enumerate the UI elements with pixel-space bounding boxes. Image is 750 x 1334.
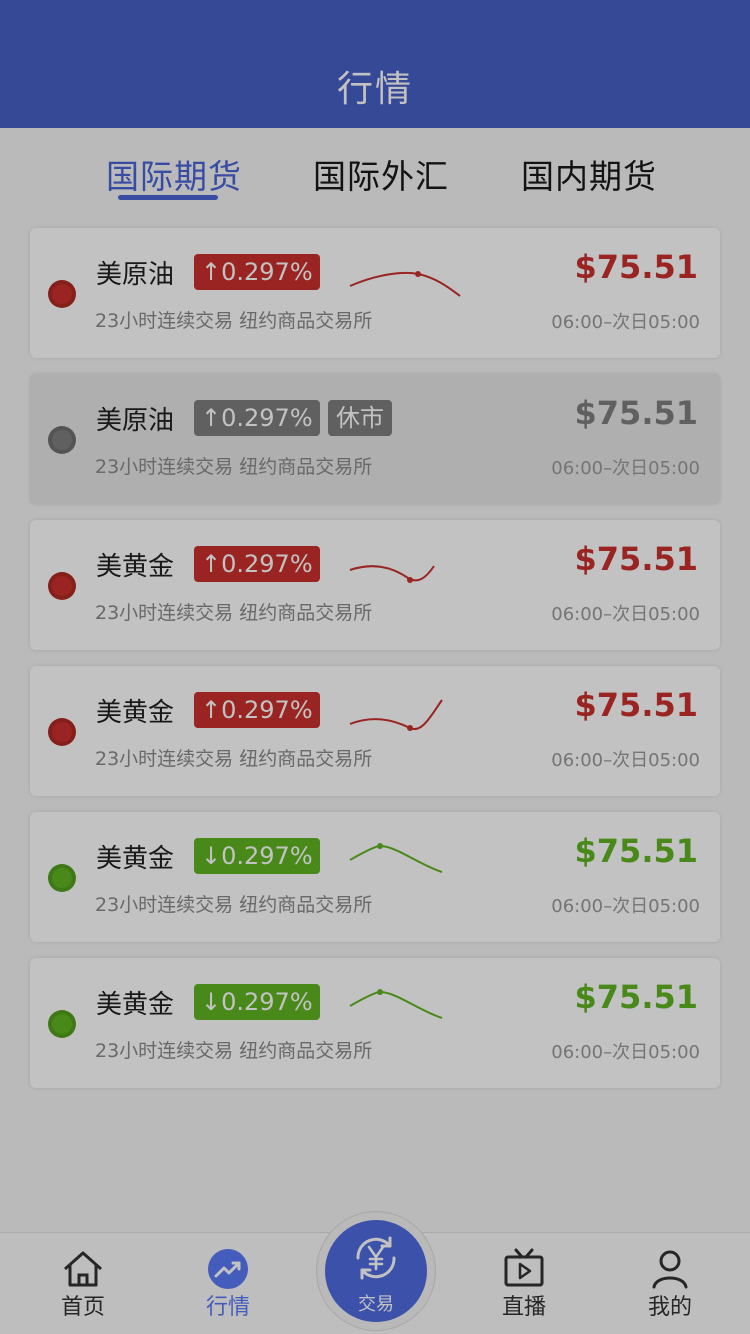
- change-badge: ↓0.297%: [194, 838, 320, 874]
- instrument-subtitle: 23小时连续交易 纽约商品交易所: [95, 456, 373, 478]
- status-dot: [48, 864, 76, 892]
- instrument-subtitle: 23小时连续交易 纽约商品交易所: [95, 310, 373, 332]
- sparkline-marker: [407, 725, 413, 731]
- sparkline-path: [349, 699, 443, 731]
- instrument-subtitle: 23小时连续交易 纽约商品交易所: [95, 602, 373, 624]
- instrument-subtitle: 23小时连续交易 纽约商品交易所: [95, 748, 373, 770]
- app-screen: 行情 国际期货 国际外汇 国内期货 美原油 ↑0.297% $75.51 23小…: [0, 0, 750, 1334]
- sparkline-marker: [377, 989, 383, 995]
- instrument-name: 美黄金: [96, 990, 175, 1020]
- sparkline: [349, 699, 443, 731]
- quote-card[interactable]: 美黄金 ↓0.297% $75.51 23小时连续交易 纽约商品交易所 06:0…: [30, 812, 720, 942]
- trading-hours: 06:00–次日05:00: [551, 1042, 700, 1063]
- sparkline-marker: [407, 577, 413, 583]
- change-badge: ↑0.297%: [194, 254, 320, 290]
- instrument-subtitle: 23小时连续交易 纽约商品交易所: [95, 894, 373, 916]
- instrument-name: 美黄金: [96, 552, 175, 582]
- market-tabs: 国际期货 国际外汇 国内期货: [0, 128, 750, 218]
- nav-mine[interactable]: 我的: [610, 1233, 730, 1334]
- page-title: 行情: [336, 69, 413, 110]
- active-tab-indicator: [118, 195, 218, 200]
- sparkline: [349, 565, 435, 583]
- nav-mine-label: 我的: [647, 1295, 692, 1320]
- instrument-name: 美原油: [96, 260, 175, 290]
- nav-market[interactable]: 行情: [168, 1233, 288, 1334]
- change-badge: ↓0.297%: [194, 984, 320, 1020]
- nav-home[interactable]: 首页: [23, 1233, 143, 1334]
- price: $75.51: [574, 394, 698, 432]
- market-closed-badge: 休市: [328, 400, 392, 436]
- quote-card[interactable]: 美原油 ↑0.297% $75.51 23小时连续交易 纽约商品交易所 06:0…: [30, 228, 720, 358]
- nav-live[interactable]: 直播: [464, 1233, 584, 1334]
- price: $75.51: [574, 248, 698, 286]
- sparkline: [349, 989, 443, 1019]
- trade-button[interactable]: 交易: [325, 1220, 427, 1322]
- trading-hours: 06:00–次日05:00: [551, 750, 700, 771]
- quote-list: 美原油 ↑0.297% $75.51 23小时连续交易 纽约商品交易所 06:0…: [30, 228, 720, 1104]
- tv-play-icon: [504, 1248, 544, 1287]
- change-badge: ↑0.297%: [194, 546, 320, 582]
- quote-card[interactable]: 美黄金 ↑0.297% $75.51 23小时连续交易 纽约商品交易所 06:0…: [30, 666, 720, 796]
- status-dot: [48, 718, 76, 746]
- sparkline: [349, 843, 443, 873]
- home-icon: [64, 1251, 102, 1287]
- trading-hours: 06:00–次日05:00: [551, 604, 700, 625]
- status-dot: [48, 426, 76, 454]
- sparkline-path: [349, 990, 443, 1019]
- trading-hours: 06:00–次日05:00: [551, 312, 700, 333]
- quote-card[interactable]: 美黄金 ↑0.297% $75.51 23小时连续交易 纽约商品交易所 06:0…: [30, 520, 720, 650]
- trading-hours: 06:00–次日05:00: [551, 896, 700, 917]
- tab-domestic-futures[interactable]: 国内期货: [521, 150, 657, 198]
- sparkline: [349, 271, 461, 297]
- yen-exchange-icon: [356, 1236, 396, 1280]
- instrument-subtitle: 23小时连续交易 纽约商品交易所: [95, 1040, 373, 1062]
- tab-international-forex[interactable]: 国际外汇: [313, 150, 449, 198]
- user-icon: [652, 1250, 688, 1289]
- status-dot: [48, 280, 76, 308]
- tab-international-futures[interactable]: 国际期货: [106, 150, 242, 198]
- sparkline-path: [349, 565, 435, 582]
- trade-button-label: 交易: [358, 1294, 394, 1315]
- price: $75.51: [574, 686, 698, 724]
- price: $75.51: [574, 978, 698, 1016]
- sparkline-path: [349, 271, 461, 297]
- trading-hours: 06:00–次日05:00: [551, 458, 700, 479]
- nav-market-label: 行情: [205, 1295, 250, 1320]
- change-badge: ↑0.297%: [194, 400, 320, 436]
- sparkline-path: [349, 844, 443, 873]
- instrument-name: 美原油: [96, 406, 175, 436]
- sparkline-marker: [377, 843, 383, 849]
- price: $75.51: [574, 540, 698, 578]
- change-badge: ↑0.297%: [194, 692, 320, 728]
- status-dot: [48, 572, 76, 600]
- instrument-name: 美黄金: [96, 844, 175, 874]
- nav-home-label: 首页: [60, 1295, 105, 1320]
- price: $75.51: [574, 832, 698, 870]
- instrument-name: 美黄金: [96, 698, 175, 728]
- status-dot: [48, 1010, 76, 1038]
- quote-card[interactable]: 美原油 ↑0.297% 休市 $75.51 23小时连续交易 纽约商品交易所 0…: [30, 374, 720, 504]
- quote-card[interactable]: 美黄金 ↓0.297% $75.51 23小时连续交易 纽约商品交易所 06:0…: [30, 958, 720, 1088]
- app-header: 行情: [0, 0, 750, 128]
- nav-live-label: 直播: [501, 1295, 546, 1320]
- trend-up-icon: [208, 1249, 248, 1289]
- sparkline-marker: [415, 271, 421, 277]
